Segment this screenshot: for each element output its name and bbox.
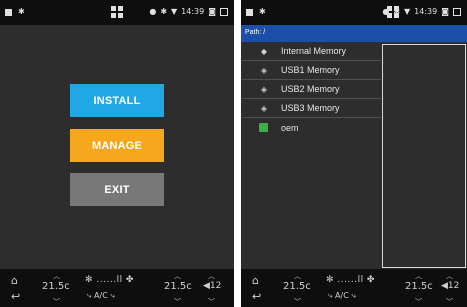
ac-label[interactable]: ⤷ A/C ⤷ — [328, 291, 356, 301]
temp-left-up-icon[interactable]: ︿ — [53, 271, 60, 281]
bluetooth-icon: ✱ — [18, 7, 25, 16]
status-bar: ✱ ● ✱ ▼ 14:39 ◙ — [0, 0, 234, 25]
temp-right: 21.5c — [164, 281, 192, 292]
status-bar: ✱ ● ✱ ▼ 14:39 ◙ — [241, 0, 467, 25]
temp-right-down-icon[interactable]: ﹀ — [174, 297, 181, 307]
installer-menu-screen: ✱ ● ✱ ▼ 14:39 ◙ INSTALL MANAGE EXIT ⌂ ↩ … — [0, 0, 234, 307]
manage-button[interactable]: MANAGE — [70, 129, 164, 162]
usb-icon: ◈ — [260, 65, 268, 75]
temp-left-down-icon[interactable]: ﹀ — [53, 297, 60, 307]
volume-up-icon[interactable]: ︿ — [208, 271, 215, 281]
bluetooth-status-icon: ✱ — [160, 7, 168, 16]
fan-speed-indicator[interactable]: ✻ ......ll ✤ — [326, 275, 375, 285]
exit-button[interactable]: EXIT — [70, 173, 164, 206]
fan-speed-indicator[interactable]: ✻ ......ll ✤ — [85, 275, 134, 285]
home-icon[interactable]: ⌂ — [252, 274, 259, 287]
wifi-icon: ▼ — [171, 7, 178, 16]
camera-icon[interactable]: ◙ — [208, 7, 216, 17]
install-button[interactable]: INSTALL — [70, 84, 164, 117]
storage-list: ◆ Internal Memory ◈ USB1 Memory ◈ USB2 M… — [241, 42, 381, 137]
temp-right: 21.5c — [405, 281, 433, 292]
list-item-label: Internal Memory — [281, 46, 347, 56]
notification-icon — [246, 8, 253, 16]
usb-icon: ◈ — [260, 84, 268, 94]
notification-icon — [5, 8, 12, 16]
bluetooth-status-icon: ✱ — [393, 7, 401, 16]
temp-right-up-icon[interactable]: ︿ — [174, 271, 181, 281]
list-item-oem[interactable]: oem — [241, 118, 381, 137]
location-icon: ● — [382, 7, 390, 16]
volume-down-icon[interactable]: ﹀ — [446, 297, 453, 307]
bluetooth-icon: ✱ — [259, 7, 266, 16]
file-manager-screen: ✱ ● ✱ ▼ 14:39 ◙ Path: / ◆ Internal Memor… — [241, 0, 467, 307]
temp-left-down-icon[interactable]: ﹀ — [294, 297, 301, 307]
drive-icon: ◆ — [260, 46, 268, 56]
preview-pane — [382, 44, 466, 268]
temp-left-up-icon[interactable]: ︿ — [294, 271, 301, 281]
wifi-icon: ▼ — [404, 7, 411, 16]
recents-icon[interactable] — [220, 8, 228, 16]
climate-bar: ⌂ ↩ ︿ 21.5c ﹀ ✻ ......ll ✤ ⤷ A/C ⤷ ︿ 21.… — [241, 269, 467, 307]
volume-indicator: ◀12 — [203, 281, 222, 291]
sd-card-icon — [259, 123, 268, 132]
list-item-label: USB1 Memory — [281, 65, 340, 75]
list-item-label: oem — [281, 122, 299, 133]
list-item-usb1-memory[interactable]: ◈ USB1 Memory — [241, 61, 381, 80]
list-item-usb3-memory[interactable]: ◈ USB3 Memory — [241, 99, 381, 118]
location-icon: ● — [149, 7, 157, 16]
volume-indicator: ◀12 — [441, 281, 460, 291]
camera-icon[interactable]: ◙ — [441, 7, 449, 17]
list-item-usb2-memory[interactable]: ◈ USB2 Memory — [241, 80, 381, 99]
back-icon[interactable]: ↩ — [11, 290, 20, 303]
list-item-internal-memory[interactable]: ◆ Internal Memory — [241, 42, 381, 61]
usb-icon: ◈ — [260, 103, 268, 113]
temp-left: 21.5c — [283, 281, 311, 292]
apps-grid-icon[interactable] — [111, 6, 123, 18]
temp-left: 21.5c — [42, 281, 70, 292]
temp-right-down-icon[interactable]: ﹀ — [415, 297, 422, 307]
temp-right-up-icon[interactable]: ︿ — [415, 271, 422, 281]
home-icon[interactable]: ⌂ — [11, 274, 18, 287]
seat-heat-right-icon[interactable]: ⤷ — [349, 291, 356, 300]
seat-heat-left-icon[interactable]: ⤷ — [328, 291, 335, 300]
seat-heat-left-icon[interactable]: ⤷ — [87, 291, 94, 300]
clock-time: 14:39 — [414, 7, 438, 16]
list-item-label: USB3 Memory — [281, 103, 340, 113]
volume-down-icon[interactable]: ﹀ — [208, 297, 215, 307]
ac-label[interactable]: ⤷ A/C ⤷ — [87, 291, 115, 301]
climate-bar: ⌂ ↩ ︿ 21.5c ﹀ ✻ ......ll ✤ ⤷ A/C ⤷ ︿ 21.… — [0, 269, 234, 307]
list-item-label: USB2 Memory — [281, 84, 340, 94]
clock-time: 14:39 — [181, 7, 205, 16]
recents-icon[interactable] — [453, 8, 461, 16]
volume-up-icon[interactable]: ︿ — [446, 271, 453, 281]
back-icon[interactable]: ↩ — [252, 290, 261, 303]
seat-heat-right-icon[interactable]: ⤷ — [108, 291, 115, 300]
path-bar: Path: / — [241, 25, 467, 42]
